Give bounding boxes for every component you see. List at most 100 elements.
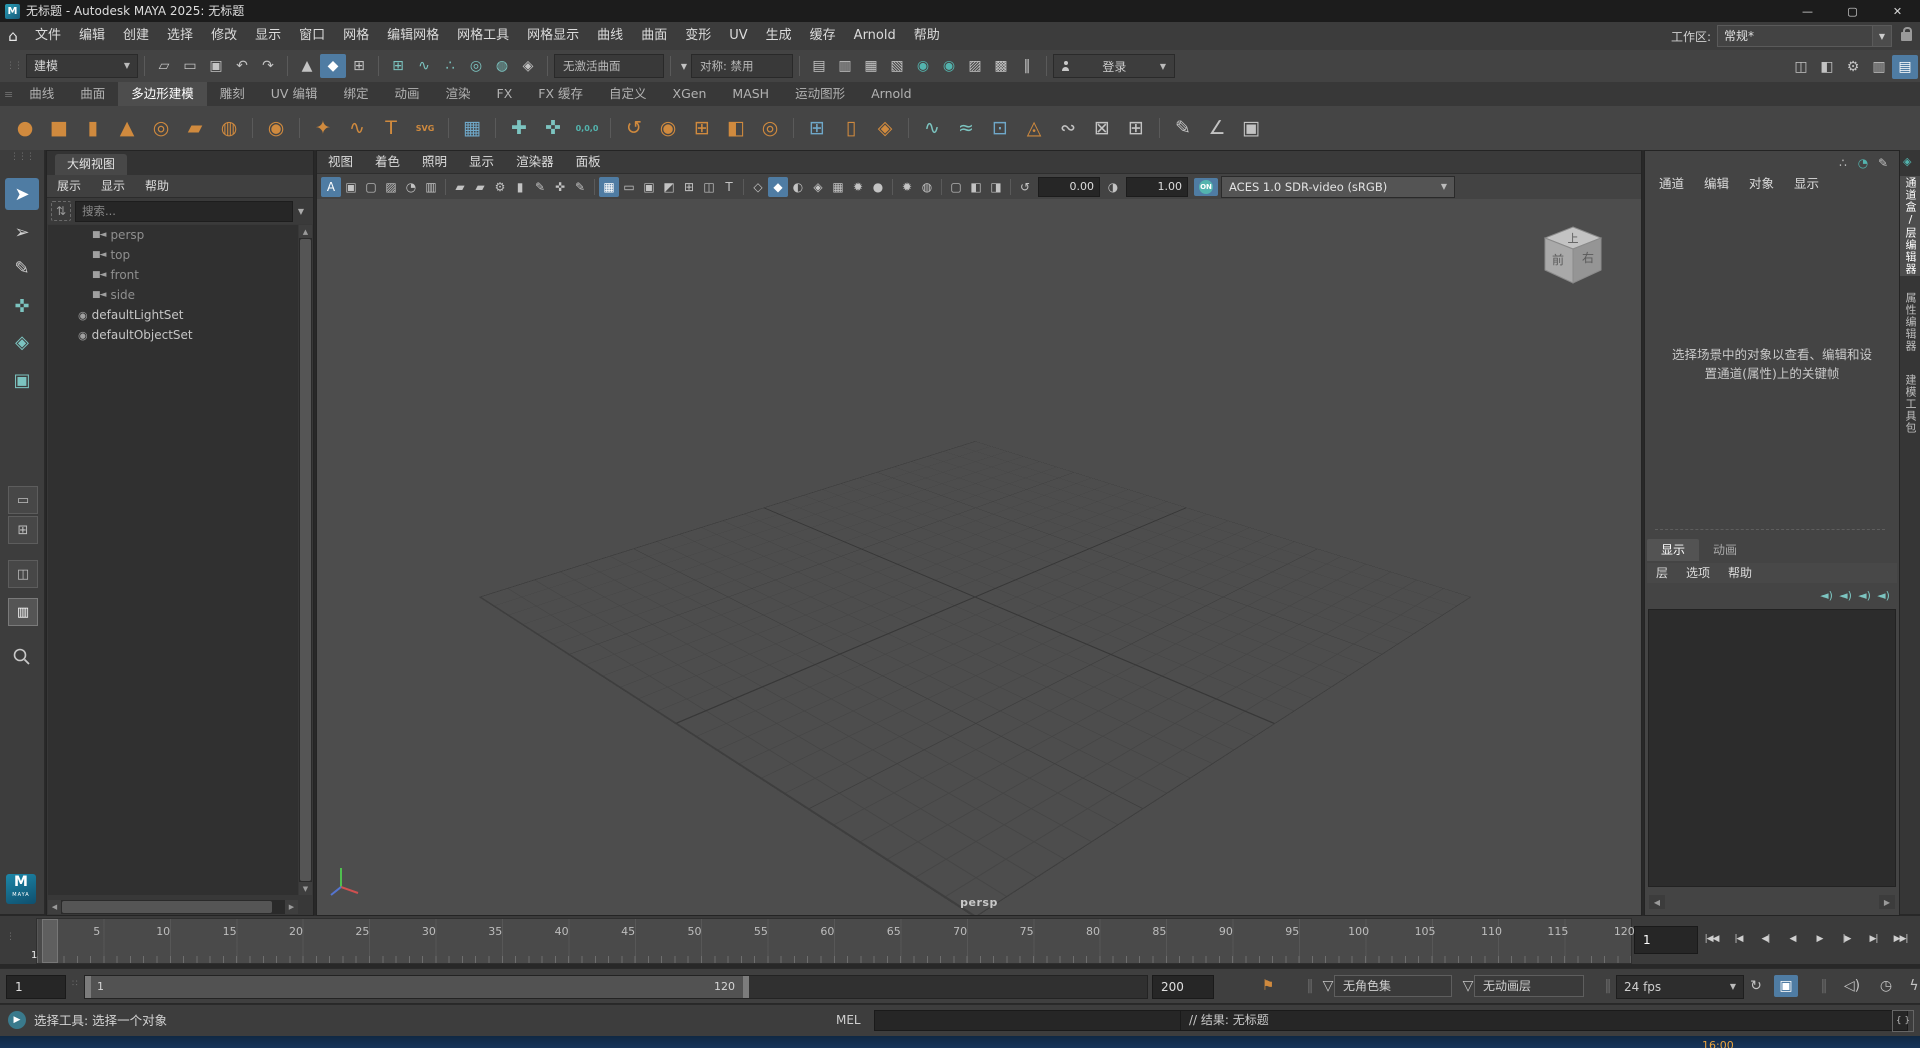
scroll-up-icon[interactable]: ▲	[299, 225, 312, 238]
shelf-tab-FX[interactable]: FX	[484, 82, 526, 106]
paint-select-tool[interactable]: ✎	[5, 252, 39, 284]
perspective-viewport[interactable]: 视图 着色 照明 显示 渲染器 面板 A ▣ ▢ ▨ ◔ ▥ ▰ ▰ ⚙ ▮ ✎ ✜ ✎ ▦ ▭ ▣ ◩ ⊞ ◫ T ◇ ◆ ◐ ◈ ▦ ✹…	[316, 150, 1642, 916]
measure-tool-icon[interactable]: ∠	[1201, 111, 1233, 145]
layout-single-pane-button[interactable]: ▭	[8, 486, 38, 514]
camera-icon[interactable]: ▰	[450, 177, 470, 197]
animation-end-field[interactable]: 200	[1152, 975, 1214, 999]
remesh-grid-icon[interactable]: ⊞	[801, 111, 833, 145]
outliner-item-persp[interactable]: ■◄ persp	[48, 225, 298, 245]
range-start-handle[interactable]	[85, 976, 91, 998]
menu-item-编辑网格[interactable]: 编辑网格	[378, 22, 448, 50]
menu-item-创建[interactable]: 创建	[114, 22, 158, 50]
lasso-select-tool[interactable]: ➢	[5, 216, 39, 248]
speed-gauge-icon[interactable]: ◔	[1853, 154, 1873, 172]
shelf-tab-FX 缓存[interactable]: FX 缓存	[525, 82, 596, 106]
viewport-menu-面板[interactable]: 面板	[565, 151, 612, 173]
symmetry-field[interactable]: 对称: 禁用	[691, 54, 793, 78]
poly-disc-icon[interactable]: ◍	[213, 111, 245, 145]
save-scene-icon[interactable]: ▣	[203, 54, 229, 78]
grip-handle[interactable]: ⋮⋮⋮	[4, 152, 40, 162]
poly-cone-icon[interactable]: ▲	[111, 111, 143, 145]
coords-000-icon[interactable]: 0,0,0	[571, 111, 603, 145]
panel-divider[interactable]	[1655, 529, 1885, 530]
scroll-left-icon[interactable]: ◀	[1649, 895, 1665, 909]
isolate-select-icon[interactable]: ▢	[946, 177, 966, 197]
animlayer-arrow-icon[interactable]: ▽	[1456, 975, 1480, 997]
scrollbar-thumb[interactable]	[62, 901, 272, 913]
curve-warp-up-icon[interactable]: ∿	[916, 111, 948, 145]
snap-point-icon[interactable]: ∴	[437, 54, 463, 78]
outliner-item-front[interactable]: ■◄ front	[48, 265, 298, 285]
redo-icon[interactable]: ↷	[255, 54, 281, 78]
mirror-icon[interactable]: ◧	[720, 111, 752, 145]
right-tab-属性编辑器[interactable]: 属性编辑器	[1900, 286, 1920, 358]
mel-label[interactable]: MEL	[836, 1005, 861, 1036]
snap-curve-icon[interactable]: ∿	[411, 54, 437, 78]
move-tool[interactable]: ✜	[5, 290, 39, 322]
host-apps-icon[interactable]: ◫	[1788, 55, 1814, 79]
scroll-down-icon[interactable]: ▼	[299, 882, 312, 895]
poly-sphere-icon[interactable]: ●	[9, 111, 41, 145]
curve-rope-icon[interactable]: ∿	[341, 111, 373, 145]
default-material-icon[interactable]: ◈	[808, 177, 828, 197]
snap-view-plane-icon[interactable]: ◍	[489, 54, 515, 78]
outliner-horizontal-scrollbar[interactable]: ◀ ▶	[48, 900, 298, 914]
poly-plane-icon[interactable]: ▰	[179, 111, 211, 145]
gate-mask-icon[interactable]: ◩	[659, 177, 679, 197]
viewport-menu-渲染器[interactable]: 渲染器	[505, 151, 565, 173]
maximize-button[interactable]: ▢	[1830, 0, 1875, 22]
shelf-tab-动画[interactable]: 动画	[381, 82, 432, 106]
grip-handle[interactable]: ⋮	[6, 932, 15, 942]
bookmark-icon[interactable]: ⚑	[1256, 975, 1280, 997]
joint-tool-icon[interactable]: ✚	[503, 111, 535, 145]
scrollbar-thumb[interactable]	[300, 239, 311, 881]
character-set-dropdown[interactable]: 无角色集	[1334, 975, 1452, 997]
menu-item-生成[interactable]: 生成	[757, 22, 801, 50]
select-component-icon[interactable]: ⊞	[346, 54, 372, 78]
outliner-item-defaultLightSet[interactable]: ◉ defaultLightSet	[48, 305, 298, 325]
wireframe-selected-icon[interactable]: ▢	[361, 177, 381, 197]
minimize-button[interactable]: —	[1785, 0, 1830, 22]
menu-item-选择[interactable]: 选择	[158, 22, 202, 50]
field-chart-icon[interactable]: ⊞	[679, 177, 699, 197]
content-browser-icon[interactable]: ▩	[988, 54, 1014, 78]
view-cube[interactable]: 上 前 右	[1535, 219, 1611, 295]
viewport-menu-视图[interactable]: 视图	[317, 151, 364, 173]
poly-cylinder-icon[interactable]: ▮	[77, 111, 109, 145]
camera-edit-icon[interactable]: ✎	[530, 177, 550, 197]
channel-menu-通道[interactable]: 通道	[1649, 173, 1694, 195]
fps-dropdown[interactable]: 24 fps ▼	[1616, 975, 1744, 999]
camera-settings-icon[interactable]: ⚙	[490, 177, 510, 197]
playhead[interactable]: 1	[31, 919, 58, 963]
gamma-icon[interactable]: ◑	[1103, 177, 1123, 197]
workspace-dropdown[interactable]: 常规*	[1717, 25, 1873, 47]
pencil-curve-icon[interactable]: ✎	[1167, 111, 1199, 145]
command-result-field[interactable]: // 结果: 无标题	[1180, 1010, 1908, 1031]
sweep-mesh-icon[interactable]: ✦	[307, 111, 339, 145]
menu-item-曲面[interactable]: 曲面	[632, 22, 676, 50]
cached-playback-icon[interactable]: ϟ	[1902, 975, 1920, 997]
layer-menu-层[interactable]: 层	[1647, 563, 1677, 583]
wire-sphere-icon[interactable]: ◎	[754, 111, 786, 145]
ipr-render-icon[interactable]: ◉	[936, 54, 962, 78]
sync-selection-icon[interactable]: ⇅	[51, 201, 71, 221]
select-object-icon[interactable]: ◆	[320, 54, 346, 78]
shelf-tab-曲面[interactable]: 曲面	[67, 82, 118, 106]
menu-item-编辑[interactable]: 编辑	[70, 22, 114, 50]
mel-command-input[interactable]	[874, 1010, 1184, 1031]
range-slider-track[interactable]: 1 120	[84, 975, 1148, 999]
menu-item-修改[interactable]: 修改	[202, 22, 246, 50]
menu-item-窗口[interactable]: 窗口	[290, 22, 334, 50]
play-forwards-button[interactable]: ▶	[1806, 926, 1833, 952]
close-button[interactable]: ✕	[1875, 0, 1920, 22]
safe-title-icon[interactable]: T	[719, 177, 739, 197]
menu-item-变形[interactable]: 变形	[676, 22, 720, 50]
menu-item-Arnold[interactable]: Arnold	[845, 22, 905, 50]
zoom-tool[interactable]	[8, 644, 36, 670]
shelf-tab-曲线[interactable]: 曲线	[16, 82, 67, 106]
resolution-gate-icon[interactable]: ▣	[639, 177, 659, 197]
wireframe-on-shaded-icon[interactable]: ▦	[828, 177, 848, 197]
layer-options-icon[interactable]: ◄)	[1817, 587, 1836, 604]
menu-item-文件[interactable]: 文件	[26, 22, 70, 50]
channel-menu-显示[interactable]: 显示	[1784, 173, 1829, 195]
